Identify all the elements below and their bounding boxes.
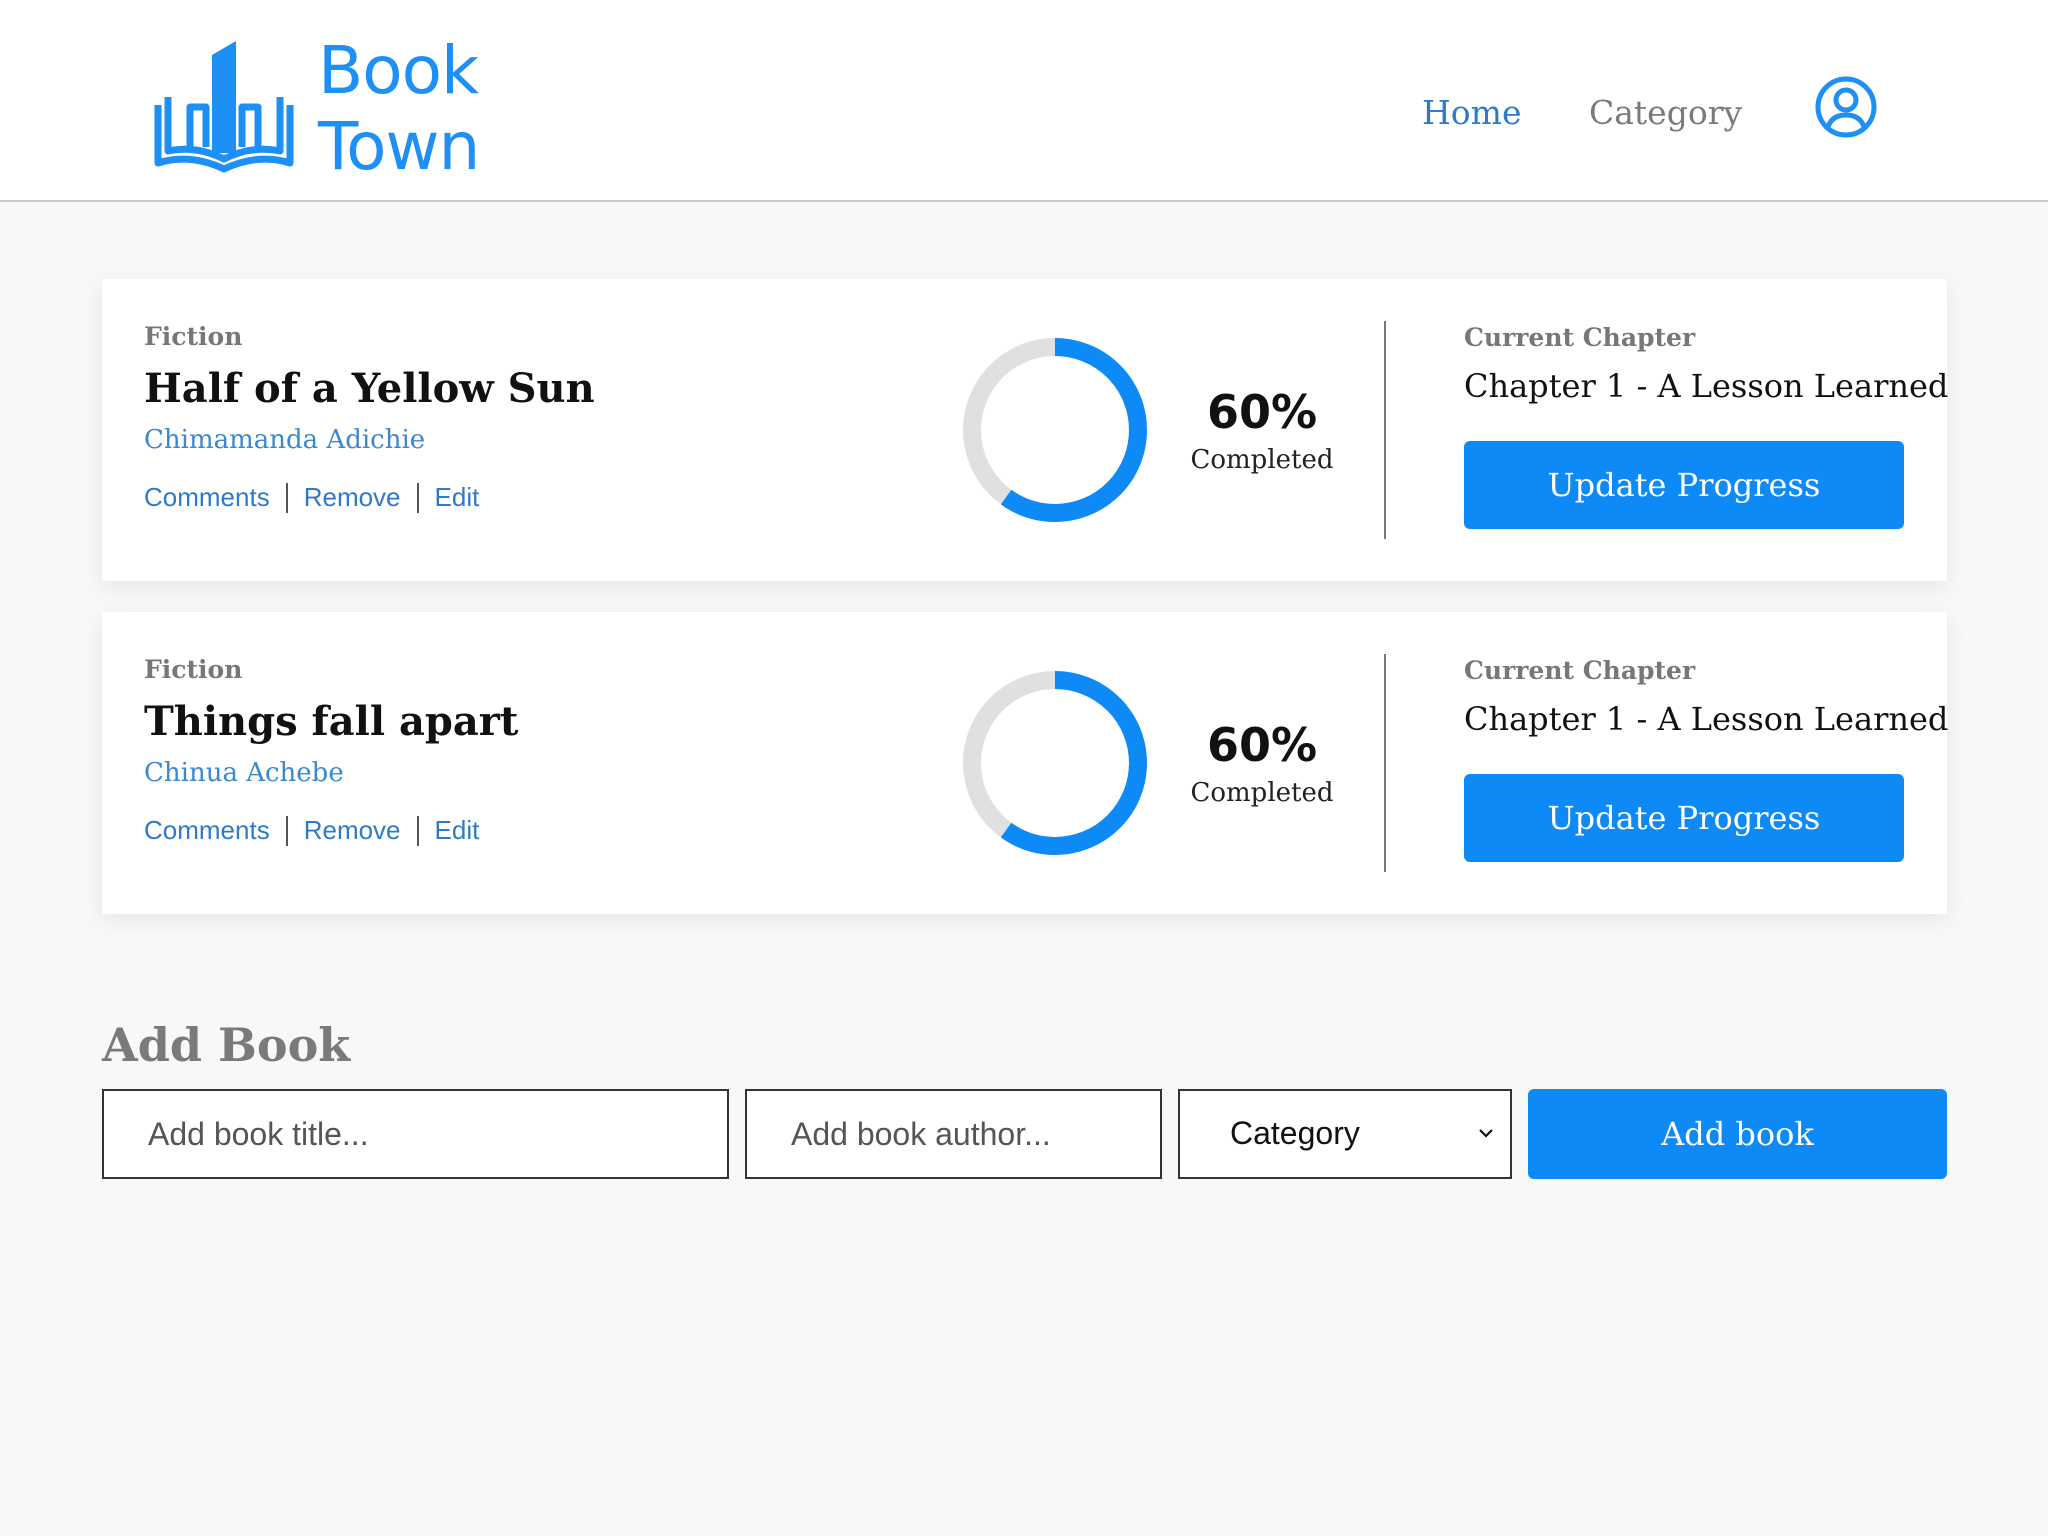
top-nav-bar: Book Town Home Category [0, 0, 2048, 202]
action-separator [285, 482, 288, 513]
book-title-input[interactable] [102, 1089, 729, 1179]
category-select-value: Category [1230, 1115, 1360, 1151]
current-chapter-label: Current Chapter [1464, 656, 1696, 685]
add-book-heading: Add Book [102, 1018, 351, 1072]
remove-link[interactable]: Remove [304, 482, 401, 513]
edit-link[interactable]: Edit [435, 482, 480, 513]
add-book-button[interactable]: Add book [1528, 1089, 1947, 1179]
progress-ring [963, 338, 1147, 522]
book-genre: Fiction [144, 322, 243, 351]
brand-line-1: Book [318, 32, 479, 109]
comments-link[interactable]: Comments [144, 482, 270, 513]
progress-percent: 60% [1206, 718, 1318, 772]
chevron-down-icon [1479, 1129, 1493, 1138]
current-chapter-label: Current Chapter [1464, 323, 1696, 352]
book-title: Half of a Yellow Sun [144, 365, 595, 412]
book-author-input[interactable] [745, 1089, 1162, 1179]
vertical-divider [1384, 654, 1386, 872]
brand-line-2: Town [318, 108, 480, 185]
progress-percent: 60% [1206, 385, 1318, 439]
remove-link[interactable]: Remove [304, 815, 401, 846]
book-card: Fiction Half of a Yellow Sun Chimamanda … [102, 279, 1949, 581]
nav-home-link[interactable]: Home [1422, 90, 1521, 136]
nav-category-link[interactable]: Category [1589, 90, 1742, 136]
progress-label: Completed [1190, 778, 1334, 808]
book-genre: Fiction [144, 655, 243, 684]
category-select[interactable]: Category [1178, 1089, 1512, 1179]
update-progress-button[interactable]: Update Progress [1464, 441, 1904, 529]
comments-link[interactable]: Comments [144, 815, 270, 846]
edit-link[interactable]: Edit [435, 815, 480, 846]
book-city-logo-icon [154, 41, 294, 173]
progress-ring [963, 671, 1147, 855]
update-progress-button[interactable]: Update Progress [1464, 774, 1904, 862]
vertical-divider [1384, 321, 1386, 539]
current-chapter-name: Chapter 1 - A Lesson Learned [1464, 367, 1949, 405]
progress-label: Completed [1190, 445, 1334, 475]
user-circle-icon[interactable] [1814, 75, 1878, 139]
book-card: Fiction Things fall apart Chinua Achebe … [102, 612, 1949, 914]
book-actions: Comments Remove Edit [144, 482, 479, 513]
book-town-logo[interactable]: Book Town [150, 32, 480, 185]
brand-name: Book Town [318, 32, 480, 185]
action-separator [416, 815, 419, 846]
current-chapter-name: Chapter 1 - A Lesson Learned [1464, 700, 1949, 738]
action-separator [416, 482, 419, 513]
action-separator [285, 815, 288, 846]
book-author-link[interactable]: Chimamanda Adichie [144, 425, 425, 455]
book-actions: Comments Remove Edit [144, 815, 479, 846]
book-title: Things fall apart [144, 698, 519, 745]
book-author-link[interactable]: Chinua Achebe [144, 758, 344, 788]
